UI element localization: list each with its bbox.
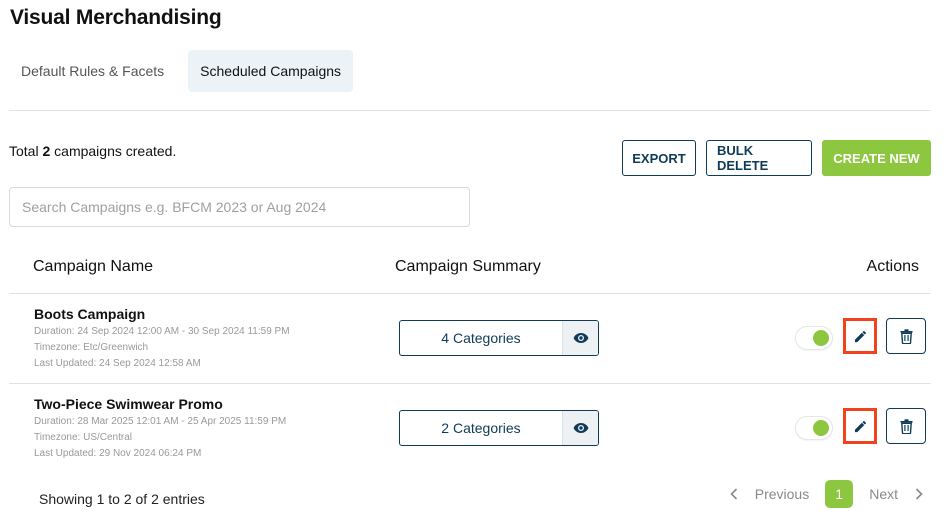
toggle-knob — [813, 420, 829, 436]
header-divider — [9, 110, 931, 111]
table-header: Campaign Name Campaign Summary Actions — [9, 248, 931, 294]
campaign-enabled-toggle[interactable] — [796, 417, 832, 439]
bulk-delete-button[interactable]: BULK DELETE — [706, 140, 812, 176]
tab-bar: Default Rules & Facets Scheduled Campaig… — [9, 50, 354, 92]
campaign-timezone: Timezone: US/Central — [34, 432, 132, 443]
view-categories-button[interactable] — [562, 411, 598, 445]
table-row: Two-Piece Swimwear Promo Duration: 28 Ma… — [9, 384, 931, 474]
tab-default-rules-facets[interactable]: Default Rules & Facets — [9, 50, 176, 92]
campaign-count-summary: Total 2 campaigns created. — [9, 143, 176, 159]
campaign-duration: Duration: 24 Sep 2024 12:00 AM - 30 Sep … — [34, 326, 290, 337]
previous-page-button[interactable]: Previous — [755, 486, 809, 502]
categories-summary-button[interactable]: 2 Categories — [399, 410, 599, 446]
export-button[interactable]: EXPORT — [622, 140, 696, 176]
pencil-icon — [854, 330, 866, 342]
entries-info: Showing 1 to 2 of 2 entries — [39, 491, 205, 507]
chevron-left-icon[interactable] — [727, 488, 741, 500]
page-title: Visual Merchandising — [10, 6, 222, 29]
edit-campaign-button[interactable] — [843, 318, 877, 354]
summary-suffix: campaigns created. — [50, 143, 177, 159]
campaign-timezone: Timezone: Etc/Greenwich — [34, 342, 149, 353]
trash-icon — [900, 328, 912, 344]
edit-campaign-button[interactable] — [843, 408, 877, 444]
campaign-last-updated: Last Updated: 24 Sep 2024 12:58 AM — [34, 358, 201, 369]
search-campaigns-input[interactable] — [9, 187, 470, 227]
campaign-duration: Duration: 28 Mar 2025 12:01 AM - 25 Apr … — [34, 416, 287, 427]
categories-count: 2 Categories — [441, 420, 521, 436]
categories-summary-button[interactable]: 4 Categories — [399, 320, 599, 356]
next-page-button[interactable]: Next — [869, 486, 898, 502]
chevron-right-icon[interactable] — [912, 488, 926, 500]
column-header-actions: Actions — [866, 258, 919, 275]
create-new-button[interactable]: CREATE NEW — [822, 140, 931, 176]
summary-prefix: Total — [9, 143, 43, 159]
trash-icon — [900, 418, 912, 434]
page-1-button[interactable]: 1 — [825, 480, 854, 508]
pagination: Previous 1 Next — [727, 480, 926, 508]
campaign-name: Two-Piece Swimwear Promo — [34, 396, 223, 412]
column-header-campaign-summary: Campaign Summary — [395, 258, 541, 275]
toggle-knob — [813, 330, 829, 346]
table-row: Boots Campaign Duration: 24 Sep 2024 12:… — [9, 294, 931, 384]
delete-campaign-button[interactable] — [886, 318, 926, 354]
campaign-enabled-toggle[interactable] — [796, 327, 832, 349]
campaign-last-updated: Last Updated: 29 Nov 2024 06:24 PM — [34, 448, 202, 459]
view-categories-button[interactable] — [562, 321, 598, 355]
toolbar: EXPORT BULK DELETE CREATE NEW — [622, 140, 931, 176]
eye-icon — [573, 333, 588, 343]
categories-count: 4 Categories — [441, 330, 521, 346]
pencil-icon — [854, 420, 866, 432]
delete-campaign-button[interactable] — [886, 408, 926, 444]
column-header-campaign-name: Campaign Name — [33, 258, 154, 275]
tab-scheduled-campaigns[interactable]: Scheduled Campaigns — [188, 50, 354, 92]
eye-icon — [573, 423, 588, 433]
campaign-name: Boots Campaign — [34, 306, 146, 322]
